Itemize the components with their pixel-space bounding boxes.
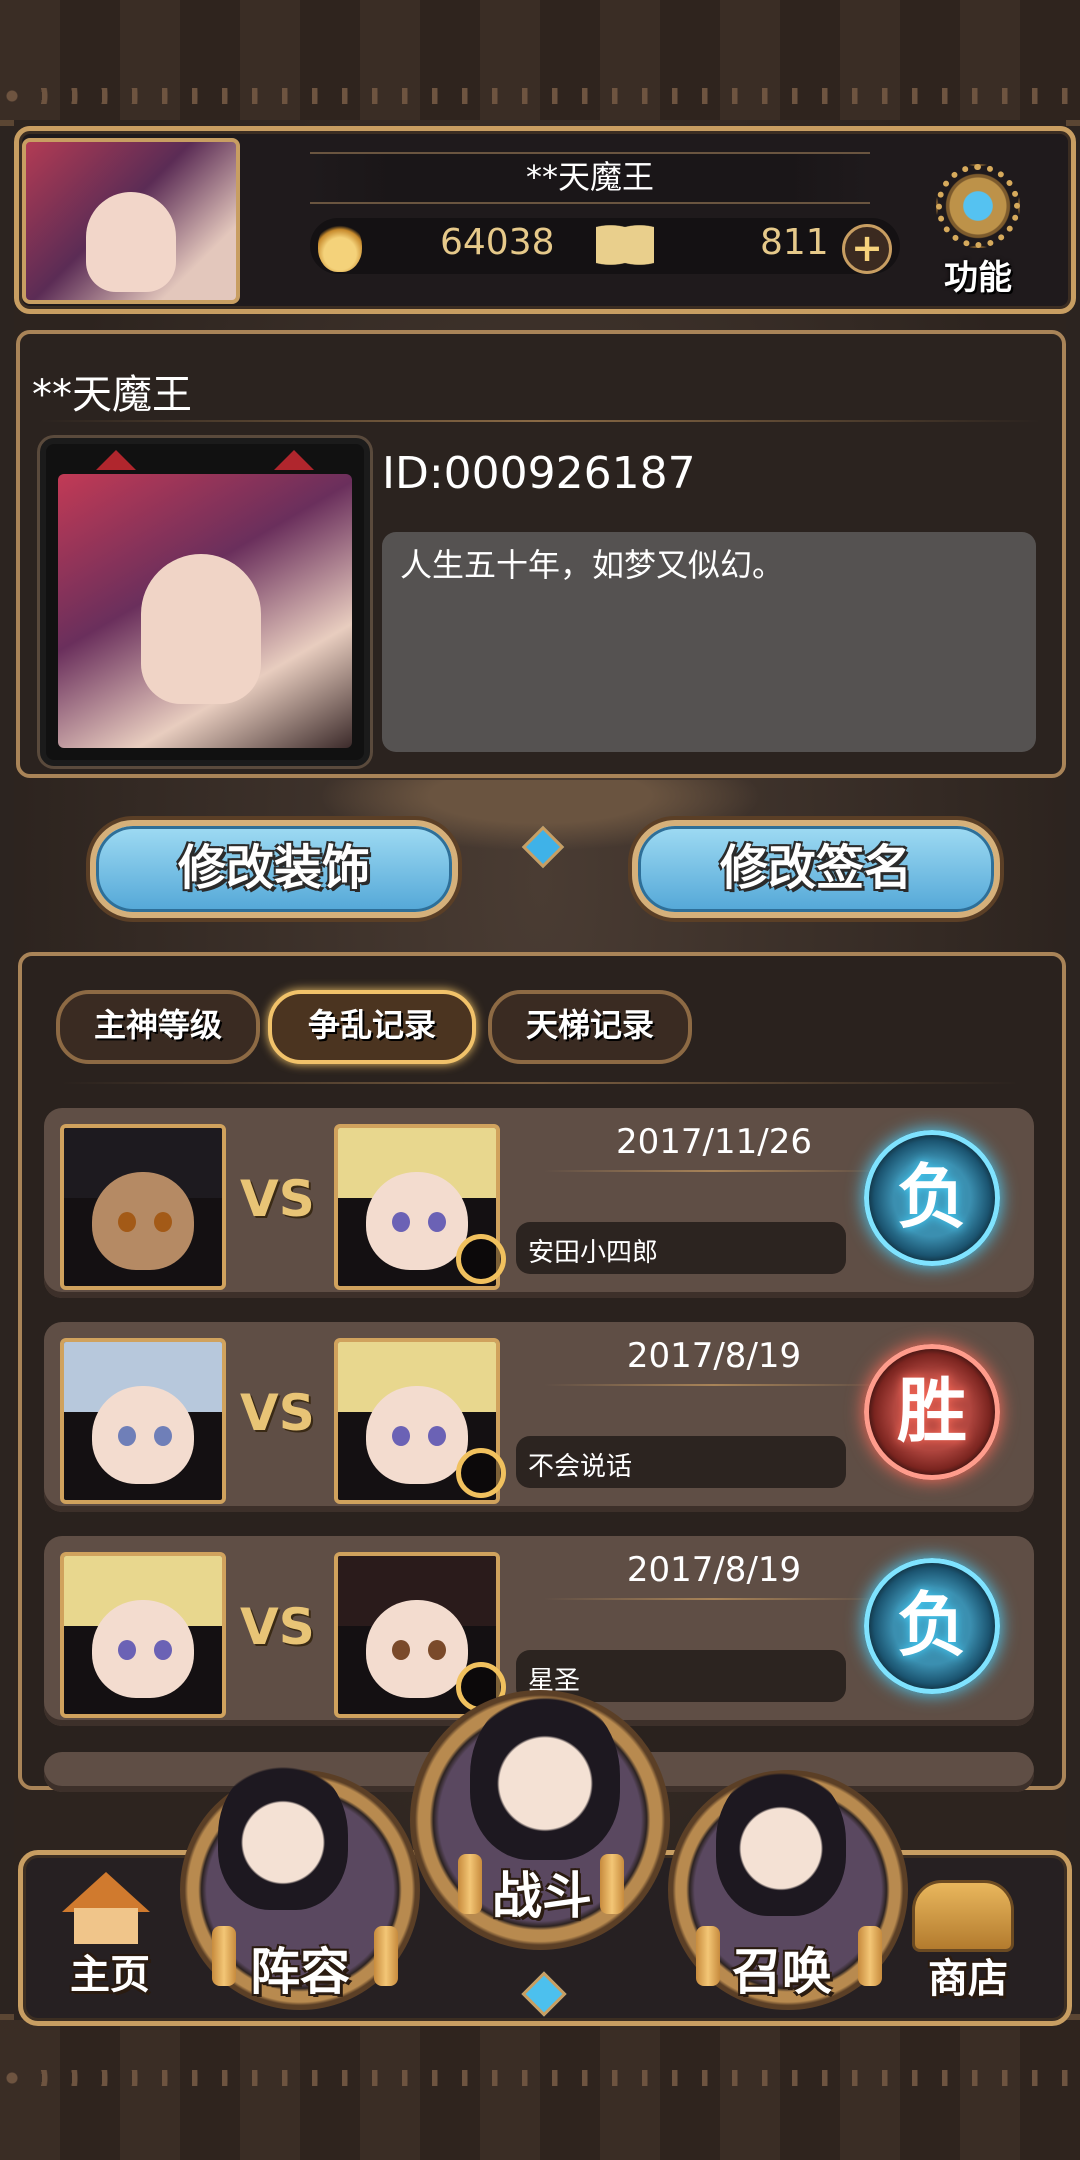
function-button[interactable]: 功能: [918, 164, 1038, 298]
scroll-icon: [600, 1854, 624, 1914]
date-divider: [544, 1170, 884, 1172]
gold-flame-icon: [318, 220, 362, 272]
magnifier-icon[interactable]: [456, 1234, 506, 1284]
edit-decoration-button[interactable]: 修改装饰: [90, 820, 458, 918]
function-label: 功能: [944, 258, 1012, 298]
result-lose-badge: 负: [864, 1558, 1000, 1694]
battle-character-icon: [470, 1690, 620, 1860]
record-date: 2017/11/26: [616, 1122, 812, 1162]
user-id: ID:000926187: [382, 448, 696, 499]
player-character-portrait: [60, 1552, 226, 1718]
lineup-character-icon: [218, 1760, 348, 1910]
nav-lineup-label[interactable]: 阵容: [250, 1932, 350, 2004]
player-character-portrait: [60, 1338, 226, 1504]
butterfly-icon: [596, 220, 654, 270]
date-divider: [544, 1598, 884, 1600]
portrait-face: [141, 554, 261, 704]
shop-chest-icon[interactable]: [912, 1880, 1014, 1952]
record-row[interactable]: VS 2017/8/19 不会说话 胜: [44, 1322, 1034, 1512]
tab-ladder-records[interactable]: 天梯记录: [488, 990, 692, 1064]
portrait-ear-left: [96, 450, 136, 470]
opponent-name: 不会说话: [528, 1452, 633, 1482]
player-avatar[interactable]: [22, 138, 240, 304]
result-win-badge: 胜: [864, 1344, 1000, 1480]
vs-label: VS: [240, 1384, 315, 1442]
record-date: 2017/8/19: [626, 1336, 802, 1376]
scroll-icon: [858, 1926, 882, 1986]
add-currency-button[interactable]: +: [842, 224, 892, 274]
magnifier-icon[interactable]: [456, 1448, 506, 1498]
home-icon[interactable]: [62, 1872, 150, 1944]
summon-character-icon: [716, 1766, 846, 1916]
signature-text: 人生五十年，如梦又似幻。: [400, 546, 785, 584]
scroll-icon: [458, 1854, 482, 1914]
gear-icon: [936, 164, 1020, 248]
nav-shop-label[interactable]: 商店: [928, 1946, 1008, 2004]
scroll-icon: [374, 1926, 398, 1986]
vs-label: VS: [240, 1170, 315, 1228]
player-character-portrait: [60, 1124, 226, 1290]
gem-value: 811: [760, 222, 829, 263]
tab-conflict-records[interactable]: 争乱记录: [268, 990, 476, 1064]
date-divider: [544, 1384, 884, 1386]
record-row[interactable]: VS 2017/11/26 安田小四郎 负: [44, 1108, 1034, 1298]
record-date: 2017/8/19: [626, 1550, 802, 1590]
profile-name: **天魔王: [32, 372, 192, 418]
top-frame: [0, 0, 1080, 126]
bottom-frame: [0, 2014, 1080, 2160]
profile-portrait[interactable]: [40, 438, 370, 766]
vs-label: VS: [240, 1598, 315, 1656]
result-lose-badge: 负: [864, 1130, 1000, 1266]
scroll-icon: [212, 1926, 236, 1986]
scroll-icon: [696, 1926, 720, 1986]
gold-value: 64038: [440, 222, 555, 263]
nav-battle-label[interactable]: 战斗: [492, 1856, 592, 1928]
header-player-name: **天魔王: [310, 152, 870, 204]
portrait-ear-right: [274, 450, 314, 470]
tab-divider: [60, 1082, 1020, 1084]
nav-summon-label[interactable]: 召唤: [732, 1932, 832, 2004]
opponent-name: 安田小四郎: [528, 1238, 659, 1268]
nav-home-label[interactable]: 主页: [70, 1942, 150, 2000]
tab-god-level[interactable]: 主神等级: [56, 990, 260, 1064]
edit-signature-button[interactable]: 修改签名: [632, 820, 1000, 918]
profile-divider: [40, 420, 1040, 422]
